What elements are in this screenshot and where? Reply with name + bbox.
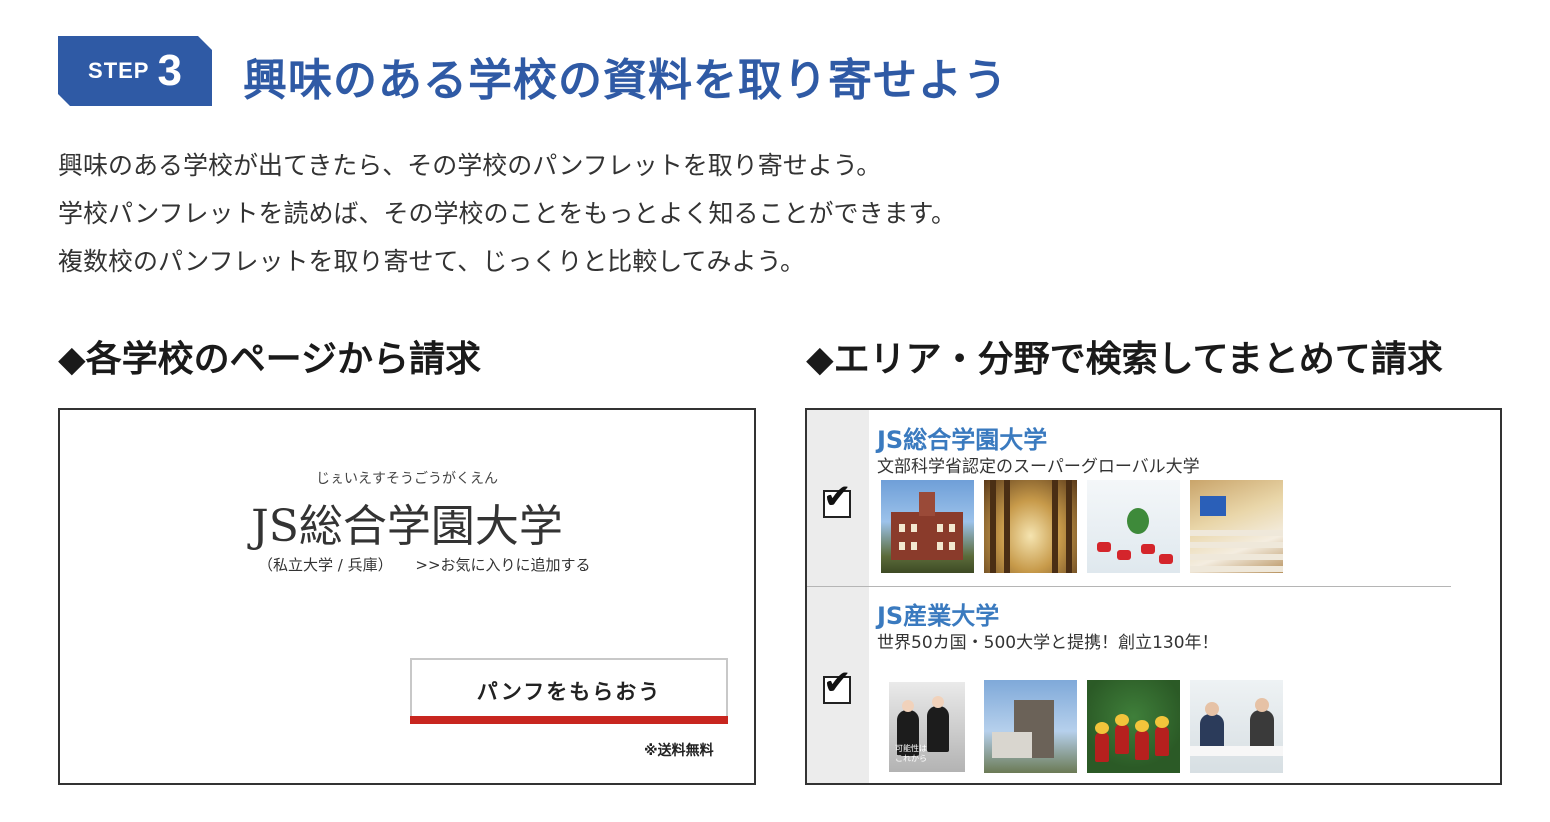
consultation-photo (1190, 680, 1283, 773)
campus-building-photo (881, 480, 974, 573)
free-shipping-note: ※送料無料 (644, 743, 714, 759)
step-title: 興味のある学校の資料を取り寄せよう (243, 55, 1008, 106)
step-number: 3 (157, 46, 182, 95)
request-pamphlet-label: パンフをもらおう (476, 680, 662, 704)
add-favorite-link[interactable]: >>お気に入りに追加する (415, 556, 590, 574)
result-school-name[interactable]: JS総合学園大学 (877, 420, 1047, 455)
pamphlet-cover-text: 可能性は これから (895, 744, 927, 763)
lecture-hall-photo (1190, 480, 1283, 573)
building-photo (984, 680, 1077, 773)
check-mark-icon: ✔ (823, 477, 852, 517)
pamphlet-cover-photo: 可能性は これから (881, 680, 974, 773)
search-results-example: ✔ JS総合学園大学 文部科学省認定のスーパーグローバル大学 ✔ JS産業大学 … (805, 408, 1502, 785)
select-checkbox[interactable]: ✔ (823, 480, 852, 518)
intro-line: 複数校のパンフレットを取り寄せて、じっくりと比較してみよう。 (58, 247, 806, 276)
intro-line: 興味のある学校が出てきたら、その学校のパンフレットを取り寄せよう。 (58, 151, 882, 180)
intro-text: 興味のある学校が出てきたら、その学校のパンフレットを取り寄せよう。 学校パンフレ… (58, 142, 956, 286)
library-photo (984, 480, 1077, 573)
step-label: STEP (88, 58, 150, 83)
step-badge: STEP 3 (58, 36, 212, 106)
section-heading-bulk-search: ◆エリア・分野で検索してまとめて請求 (806, 339, 1443, 380)
school-name-ruby: じぇいえすそうごうがくえん (316, 471, 498, 487)
school-type: （私立大学 / 兵庫） (258, 556, 393, 574)
checkbox-column (807, 410, 869, 783)
intro-line: 学校パンフレットを読めば、その学校のことをもっとよく知ることができます。 (58, 199, 957, 228)
result-school-desc: 世界50カ国・500大学と提携！創立130年！ (877, 633, 1219, 653)
school-page-example: じぇいえすそうごうがくえん JS総合学園大学 （私立大学 / 兵庫） >>お気に… (58, 408, 756, 785)
button-underline (410, 716, 728, 724)
request-pamphlet-button[interactable]: パンフをもらおう (410, 658, 728, 724)
result-school-name[interactable]: JS産業大学 (877, 596, 999, 631)
result-school-desc: 文部科学省認定のスーパーグローバル大学 (877, 457, 1200, 477)
school-name-heading: JS総合学園大学 (251, 501, 563, 552)
cheerleaders-photo (1087, 680, 1180, 773)
check-mark-icon: ✔ (823, 663, 852, 703)
select-checkbox[interactable]: ✔ (823, 666, 852, 704)
lounge-photo (1087, 480, 1180, 573)
school-meta: （私立大学 / 兵庫） >>お気に入りに追加する (258, 554, 591, 575)
result-divider (807, 586, 1451, 587)
section-heading-per-school: ◆各学校のページから請求 (58, 339, 481, 380)
